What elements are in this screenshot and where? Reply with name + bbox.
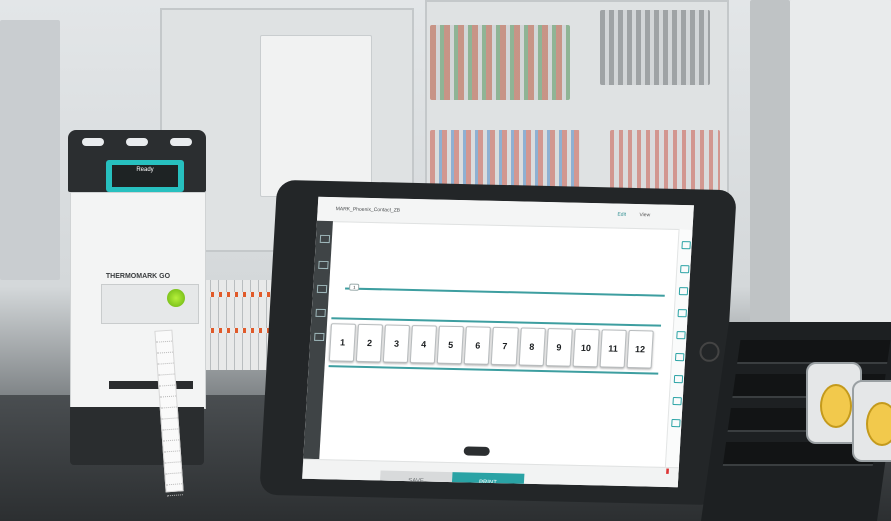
printer-status-led xyxy=(167,289,185,307)
tablet-device: MARK_Phoenix_Contact_ZB Edit View 1 1 2 … xyxy=(259,179,737,506)
tool-icon[interactable] xyxy=(680,265,690,274)
background-module xyxy=(600,10,710,85)
background-module xyxy=(260,35,372,197)
marker-cell[interactable]: 5 xyxy=(437,325,465,365)
tool-icon[interactable] xyxy=(672,397,682,406)
tool-icon[interactable] xyxy=(676,331,686,340)
marker-cell[interactable]: 3 xyxy=(382,324,411,363)
document-title: MARK_Phoenix_Contact_ZB xyxy=(335,206,401,214)
tool-icon[interactable] xyxy=(673,375,684,384)
tool-icon[interactable] xyxy=(674,353,685,362)
marker-cell[interactable]: 4 xyxy=(410,325,438,364)
tool-icon[interactable] xyxy=(316,284,328,294)
right-tool-panel xyxy=(663,228,694,488)
printer-display: Ready xyxy=(106,160,184,192)
printer-top-button xyxy=(82,138,104,146)
app-top-bar: MARK_Phoenix_Contact_ZB Edit View xyxy=(316,196,694,231)
printer-output-slot xyxy=(109,381,193,389)
printer-brand-label: THERMOMARK GO xyxy=(105,273,171,280)
left-tool-panel xyxy=(302,220,333,480)
printer-top: Ready xyxy=(68,130,206,192)
marker-cell[interactable]: 12 xyxy=(626,329,654,369)
marker-cell[interactable]: 1 xyxy=(328,323,357,362)
marker-cell[interactable]: 9 xyxy=(545,328,573,367)
background-wall xyxy=(790,0,891,340)
printer-display-text: Ready xyxy=(112,165,178,187)
tool-icon[interactable] xyxy=(314,332,325,342)
spool-core xyxy=(866,402,891,446)
view-mode-toggle[interactable]: View xyxy=(639,212,650,218)
save-button[interactable]: SAVE xyxy=(379,470,453,488)
tray-slot xyxy=(737,340,891,364)
edit-mode-toggle[interactable]: Edit xyxy=(617,212,626,218)
marker-cell[interactable]: 7 xyxy=(491,326,519,366)
tool-icon[interactable] xyxy=(671,419,681,428)
tablet-home-button[interactable] xyxy=(698,341,721,363)
marker-tag[interactable]: 1 xyxy=(348,283,360,291)
tool-icon[interactable] xyxy=(319,234,331,244)
marker-cell[interactable]: 10 xyxy=(572,328,600,368)
marker-cell[interactable]: 11 xyxy=(599,329,627,368)
tool-icon[interactable] xyxy=(315,308,326,318)
tool-icon[interactable] xyxy=(318,260,329,270)
page-indicator[interactable] xyxy=(463,446,490,456)
printer-front-panel xyxy=(101,284,199,324)
background-module xyxy=(430,25,570,100)
tool-icon[interactable] xyxy=(681,241,691,250)
spool-core xyxy=(820,384,852,428)
background-pillar xyxy=(750,0,790,340)
label-spool xyxy=(852,380,891,462)
marker-cell[interactable]: 8 xyxy=(518,327,546,367)
marker-strip: 1 2 3 4 5 6 7 8 9 10 11 12 xyxy=(328,323,656,369)
canvas-guide-line xyxy=(345,287,665,297)
label-printer: Ready THERMOMARK GO xyxy=(68,130,206,465)
tool-icon[interactable] xyxy=(677,309,687,318)
marker-cell[interactable]: 6 xyxy=(464,326,492,365)
print-button[interactable]: PRINT xyxy=(451,472,525,488)
background-left-panel xyxy=(0,20,60,280)
tool-icon[interactable] xyxy=(678,287,689,296)
trash-icon[interactable]: ▮ xyxy=(665,467,669,475)
printer-body: THERMOMARK GO xyxy=(70,192,206,409)
photo-scene: Ready THERMOMARK GO MARK_Phoenix_Contact… xyxy=(0,0,891,521)
printer-base xyxy=(70,407,204,465)
printer-top-button xyxy=(126,138,148,146)
printer-top-button xyxy=(170,138,192,146)
marker-cell[interactable]: 2 xyxy=(355,323,384,363)
tablet-screen: MARK_Phoenix_Contact_ZB Edit View 1 1 2 … xyxy=(302,196,694,488)
